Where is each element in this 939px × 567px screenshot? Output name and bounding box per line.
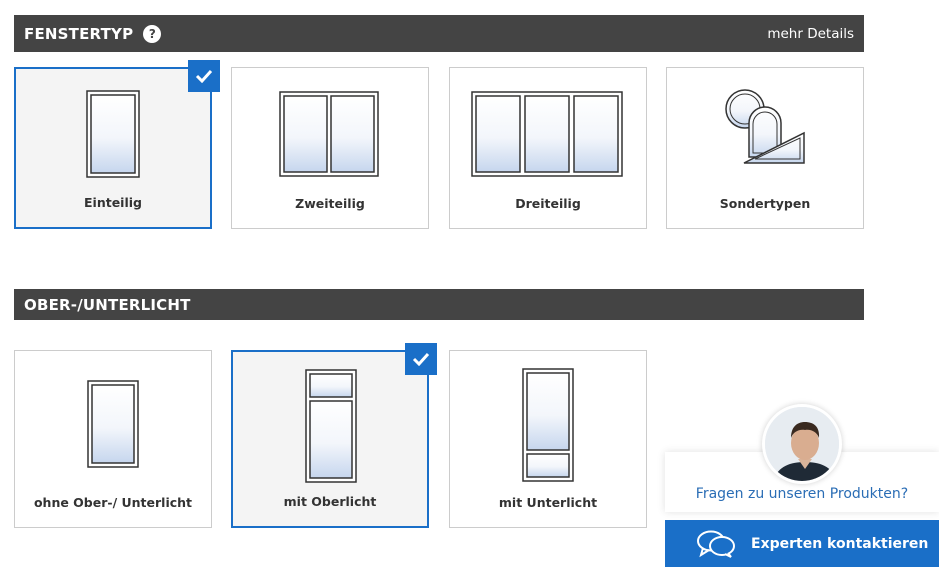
section-title: FENSTERTYP <box>24 24 134 43</box>
option-dreiteilig[interactable]: Dreiteilig <box>449 67 647 229</box>
option-label: Sondertypen <box>719 196 811 211</box>
option-mit-oberlicht[interactable]: mit Oberlicht <box>231 343 437 528</box>
chat-bubbles-icon <box>697 530 735 558</box>
option-label: Dreiteilig <box>515 196 581 211</box>
window-with-bottom-light-icon <box>522 368 574 482</box>
fenstertyp-header: FENSTERTYP ? mehr Details <box>14 15 864 52</box>
checkmark-icon <box>405 343 437 375</box>
double-window-icon <box>279 91 379 177</box>
option-einteilig[interactable]: Einteilig <box>14 60 220 229</box>
option-label: Zweiteilig <box>295 196 365 211</box>
avatar[interactable] <box>762 404 842 484</box>
chat-question[interactable]: Fragen zu unseren Produkten? <box>665 486 939 502</box>
option-label: mit Oberlicht <box>283 494 377 509</box>
option-label: mit Unterlicht <box>498 495 598 510</box>
oberlicht-header: OBER-/UNTERLICHT <box>14 289 864 320</box>
option-label: ohne Ober-/ Unterlicht <box>33 495 193 510</box>
single-window-icon <box>86 90 140 178</box>
window-with-transom-icon <box>305 369 357 483</box>
triple-window-icon <box>471 91 623 177</box>
plain-window-icon <box>87 380 139 468</box>
option-label: Einteilig <box>84 195 142 210</box>
help-icon[interactable]: ? <box>143 24 162 43</box>
checkmark-icon <box>188 60 220 92</box>
option-zweiteilig[interactable]: Zweiteilig <box>231 67 429 229</box>
contact-experts-label: Experten kontaktieren <box>751 535 929 552</box>
option-mit-unterlicht[interactable]: mit Unterlicht <box>449 350 647 528</box>
special-shapes-icon <box>725 89 805 164</box>
option-sondertypen[interactable]: Sondertypen <box>666 67 864 229</box>
contact-experts-button[interactable]: Experten kontaktieren <box>665 520 939 567</box>
more-details-link[interactable]: mehr Details <box>767 26 854 42</box>
option-ohne-oberlicht[interactable]: ohne Ober-/ Unterlicht <box>14 350 212 528</box>
section-title: OBER-/UNTERLICHT <box>24 295 191 314</box>
